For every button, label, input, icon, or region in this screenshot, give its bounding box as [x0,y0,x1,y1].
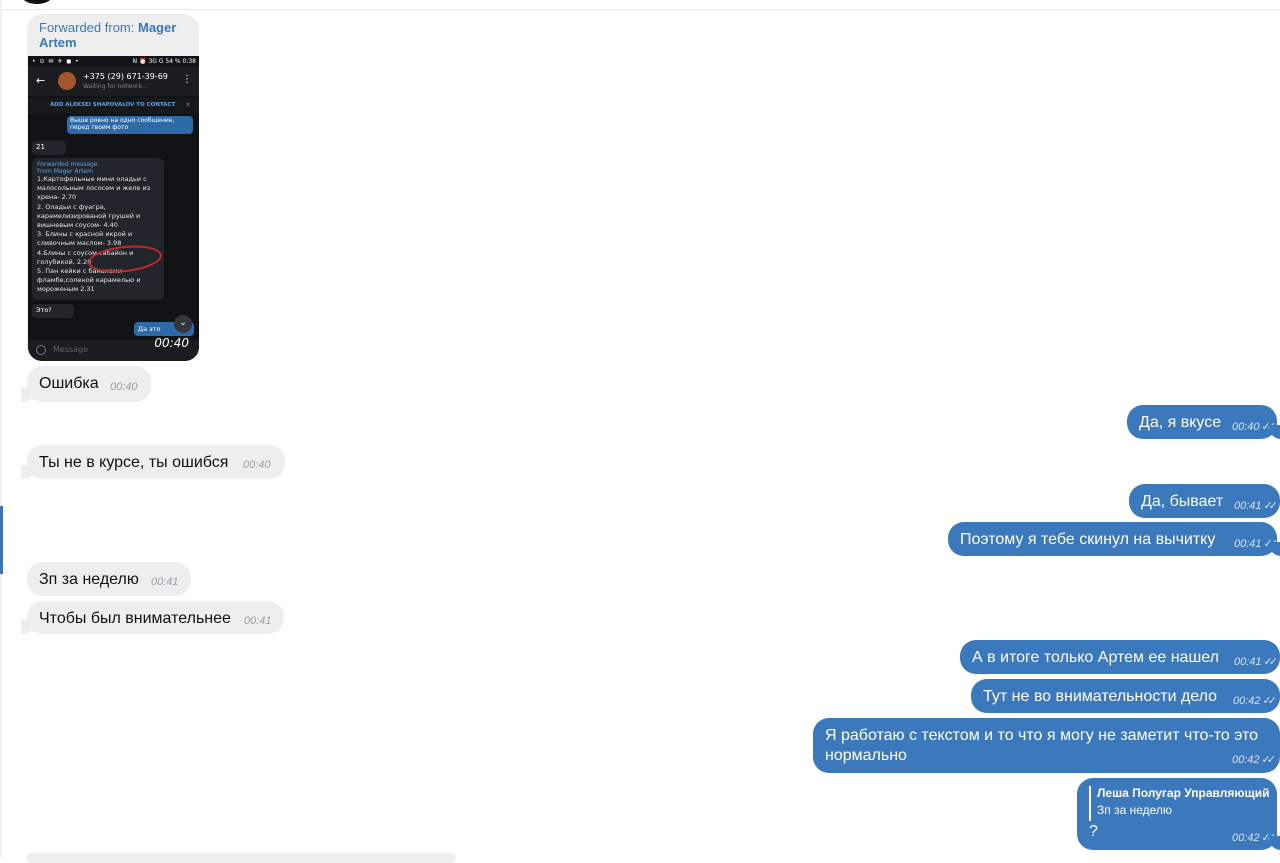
outgoing-message[interactable]: Поэтому я тебе скинул на вычитку 00:41 ✓✓ [948,522,1280,556]
phone-eto-bubble: Это? [32,304,74,318]
message-text: Да, бывает [1141,493,1224,510]
double-check-icon: ✓✓ [1263,500,1279,512]
incoming-message[interactable]: Чтобы был внимательнее 00:41 [21,601,284,634]
more-vertical-icon: ⋮ [182,74,192,85]
outgoing-message[interactable]: Да, я вкусе 00:40 ✓✓ [1127,405,1280,439]
phone-incoming-bubble: 21 [32,141,66,155]
forwarded-screenshot-image[interactable]: • ⊙ ✉ ✈ ◼ • N ⏰ 3G G 54 % 0:38 ← +375 (2… [28,56,199,361]
incoming-message[interactable]: Ошибка 00:40 [21,366,151,402]
outgoing-message[interactable]: А в итоге только Артем ее нашел 00:41 ✓✓ [960,640,1280,674]
phone-avatar [58,72,76,90]
reply-author[interactable]: Леша Полугар Управляющий [1097,786,1269,800]
emoji-icon [36,345,46,355]
reply-quote-bar [1089,786,1091,821]
phone-chat-header: ← +375 (29) 671-39-69 Waiting for networ… [28,66,199,96]
message-text: ? [1089,823,1098,840]
message-text: Чтобы был внимательнее [39,610,231,627]
message-text: Ты не в курсе, ты ошибся [39,454,229,471]
message-text: А в итоге только Артем ее нашел [972,649,1219,666]
message-time: 00:42 ✓✓ [1232,832,1277,844]
left-divider [0,0,2,857]
selection-indicator [0,506,3,574]
message-time: 00:40 ✓✓ [1232,421,1277,433]
message-time: 00:42 ✓✓ [1232,754,1277,766]
double-check-icon: ✓✓ [1263,656,1279,668]
reply-preview[interactable]: Зп за неделю [1097,803,1172,817]
message-text: Да, я вкусе [1139,414,1222,431]
message-text: Поэтому я тебе скинул на вычитку [960,531,1216,548]
message-time: 00:41 ✓✓ [1234,538,1279,550]
incoming-message-partial[interactable] [26,853,456,863]
phone-outgoing-bubble: Выше ровно на одно сообщение, перед твои… [67,116,193,134]
outgoing-reply-message[interactable]: Леша Полугар Управляющий Зп за неделю ? … [1077,778,1280,850]
phone-add-contact-banner: ADD ALEKSEI SHAPOVALOV TO CONTACT ✕ [28,98,199,114]
message-time: 00:41 [151,576,179,588]
message-time: 00:41 ✓✓ [1234,500,1279,512]
phone-status-bar: • ⊙ ✉ ✈ ◼ • N ⏰ 3G G 54 % 0:38 [32,58,196,65]
message-time: 00:40 [243,459,271,471]
arrow-left-icon: ← [36,74,46,87]
double-check-icon: ✓✓ [1261,421,1277,433]
photo-timestamp: 00:40 [154,336,189,350]
double-check-icon: ✓✓ [1261,754,1277,766]
message-text: Ошибка [39,375,99,392]
outgoing-message[interactable]: Я работаю с текстом и то что я могу не з… [813,718,1280,773]
phone-forwarded-menu: Forwarded message From Mager Artem 1.Кар… [32,158,164,300]
double-check-icon: ✓✓ [1263,538,1279,550]
message-text-line: нормально [825,747,907,764]
incoming-message[interactable]: Ты не в курсе, ты ошибся 00:40 [21,445,285,479]
top-divider [0,9,1280,10]
message-text: Тут не во внимательности дело [983,688,1218,705]
message-text: Зп за неделю [39,571,139,588]
message-text-line: Я работаю с текстом и то что я могу не з… [825,727,1259,744]
outgoing-message[interactable]: Тут не во внимательности дело 00:42 ✓✓ [971,679,1280,713]
header-avatar[interactable] [22,0,52,4]
chevron-down-icon: ⌄ [174,315,192,333]
incoming-message[interactable]: Зп за неделю 00:41 [27,562,191,596]
message-time: 00:41 [244,615,272,627]
close-icon: ✕ [185,101,191,109]
message-time: 00:42 ✓✓ [1233,695,1278,707]
message-time: 00:40 [110,381,138,393]
double-check-icon: ✓✓ [1261,832,1277,844]
forwarded-header: Forwarded from: Mager Artem [39,20,177,50]
message-time: 00:41 ✓✓ [1234,656,1279,668]
double-check-icon: ✓✓ [1262,695,1278,707]
outgoing-message[interactable]: Да, бывает 00:41 ✓✓ [1129,484,1280,518]
